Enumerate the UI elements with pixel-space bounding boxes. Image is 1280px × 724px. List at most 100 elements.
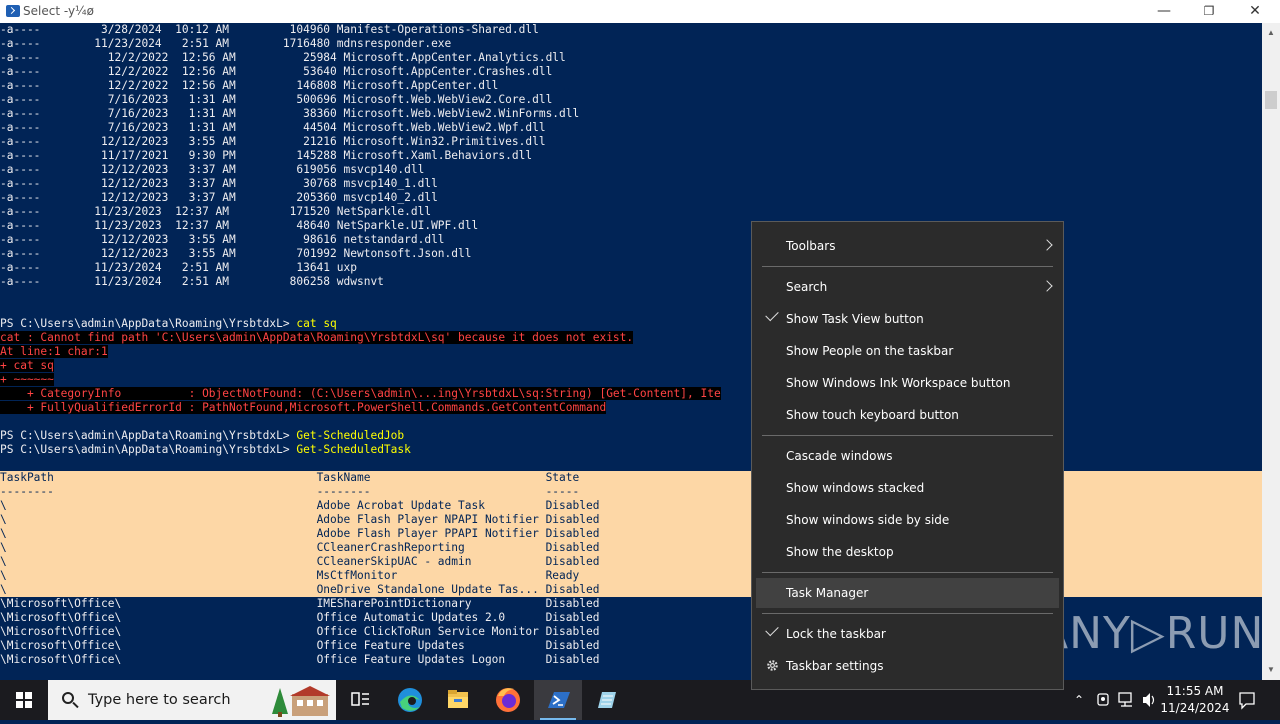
maximize-button[interactable]: ❐	[1186, 0, 1232, 23]
console-line: PS C:\Users\admin\AppData\Roaming\Yrsbtd…	[0, 429, 404, 443]
error-line: + FullyQualifiedErrorId : PathNotFound,M…	[0, 401, 607, 414]
taskbar-search-box[interactable]: Type here to search	[48, 680, 336, 720]
prompt: PS C:\Users\admin\AppData\Roaming\Yrsbtd…	[0, 317, 297, 330]
menu-item-label: Show windows stacked	[786, 481, 925, 495]
show-hidden-icons-chevron-icon[interactable]: ⌃	[1070, 680, 1088, 720]
menu-item-label: Toolbars	[786, 239, 836, 253]
close-button[interactable]: ✕	[1232, 0, 1278, 23]
checkmark-icon	[765, 622, 779, 637]
menu-item-show-task-view-button[interactable]: Show Task View button	[756, 304, 1059, 334]
error-line: + CategoryInfo : ObjectNotFound: (C:\Use…	[0, 387, 721, 400]
menu-item-label: Show Task View button	[786, 312, 924, 326]
scroll-down-icon[interactable]: ▼	[1262, 662, 1280, 678]
taskbar: Type here to search ⌃ 11:55 AM 11/24/202…	[0, 680, 1280, 720]
table-row: \Microsoft\Office\ Office Automatic Upda…	[0, 611, 600, 624]
file-listing-row: -a---- 12/2/2022 12:56 AM 25984 Microsof…	[0, 51, 566, 64]
minimize-button[interactable]: —	[1141, 0, 1187, 23]
menu-item-show-touch-keyboard-button[interactable]: Show touch keyboard button	[756, 400, 1059, 430]
prompt: PS C:\Users\admin\AppData\Roaming\Yrsbtd…	[0, 429, 297, 442]
search-icon	[62, 692, 74, 704]
menu-item-show-windows-stacked[interactable]: Show windows stacked	[756, 473, 1059, 503]
menu-item-label: Show Windows Ink Workspace button	[786, 376, 1011, 390]
file-listing-row: -a---- 11/23/2024 2:51 AM 806258 wdwsnvt	[0, 275, 384, 288]
menu-item-label: Cascade windows	[786, 449, 893, 463]
file-listing-row: -a---- 12/2/2022 12:56 AM 146808 Microso…	[0, 79, 499, 92]
menu-item-lock-the-taskbar[interactable]: Lock the taskbar	[756, 619, 1059, 649]
file-listing-row: -a---- 12/12/2023 3:37 AM 30768 msvcp140…	[0, 177, 438, 190]
menu-separator	[762, 572, 1053, 573]
file-listing-row: -a---- 12/12/2023 3:55 AM 98616 netstand…	[0, 233, 445, 246]
file-listing-row: -a---- 11/17/2021 9:30 PM 145288 Microso…	[0, 149, 533, 162]
task-view-icon[interactable]	[336, 680, 384, 720]
window-title: Select -y¼ø	[23, 4, 95, 18]
chevron-right-icon	[1041, 280, 1053, 292]
menu-item-search[interactable]: Search	[756, 272, 1059, 302]
menu-item-label: Show windows side by side	[786, 513, 950, 527]
network-icon[interactable]	[1116, 680, 1136, 720]
menu-item-toolbars[interactable]: Toolbars	[756, 231, 1059, 261]
menu-item-label: Lock the taskbar	[786, 627, 886, 641]
menu-item-show-people-on-the-taskbar[interactable]: Show People on the taskbar	[756, 336, 1059, 366]
taskbar-context-menu: Toolbars Search Show Task View button Show …	[751, 221, 1064, 690]
file-listing-row: -a---- 12/12/2023 3:37 AM 205360 msvcp14…	[0, 191, 438, 204]
table-row: \ Adobe Acrobat Update Task Disabled	[0, 499, 600, 512]
action-center-icon[interactable]	[1236, 680, 1258, 720]
menu-item-label: Show People on the taskbar	[786, 344, 954, 358]
network-security-icon[interactable]	[1094, 680, 1112, 720]
command: Get-ScheduledTask	[296, 443, 411, 456]
command: cat sq	[296, 317, 337, 330]
prompt: PS C:\Users\admin\AppData\Roaming\Yrsbtd…	[0, 443, 297, 456]
file-listing-row: -a---- 7/16/2023 1:31 AM 500696 Microsof…	[0, 93, 553, 106]
scroll-thumb[interactable]	[1265, 91, 1277, 109]
menu-item-show-the-desktop[interactable]: Show the desktop	[756, 537, 1059, 567]
table-row: \ Adobe Flash Player PPAPI Notifier Disa…	[0, 527, 600, 540]
menu-item-label: Show touch keyboard button	[786, 408, 959, 422]
edge-icon[interactable]	[386, 680, 434, 720]
menu-separator	[762, 435, 1053, 436]
menu-item-label: Task Manager	[786, 586, 869, 600]
file-listing-row: -a---- 12/2/2022 12:56 AM 53640 Microsof…	[0, 65, 553, 78]
powershell-icon	[6, 5, 20, 17]
menu-item-task-manager[interactable]: Task Manager	[756, 578, 1059, 608]
checkmark-icon	[765, 307, 779, 322]
volume-icon[interactable]	[1140, 680, 1158, 720]
file-listing-row: -a---- 12/12/2023 3:37 AM 619056 msvcp14…	[0, 163, 425, 176]
error-line: + cat sq	[0, 359, 54, 372]
table-header: TaskPath TaskName State	[0, 471, 580, 484]
powershell-taskbar-icon[interactable]	[534, 680, 582, 720]
table-row: \Microsoft\Office\ Office Feature Update…	[0, 653, 600, 666]
menu-item-cascade-windows[interactable]: Cascade windows	[756, 441, 1059, 471]
powershell-console[interactable]: -a---- 3/28/2024 10:12 AM 104960 Manifes…	[0, 23, 1262, 680]
menu-item-label: Show the desktop	[786, 545, 894, 559]
start-button[interactable]	[0, 680, 48, 720]
table-row: \ OneDrive Standalone Update Tas... Disa…	[0, 583, 600, 596]
table-row: \Microsoft\Office\ Office ClickToRun Ser…	[0, 625, 600, 638]
command: Get-ScheduledJob	[296, 429, 405, 442]
system-clock[interactable]: 11:55 AM 11/24/2024	[1160, 683, 1230, 717]
table-rule: -------- -------- -----	[0, 485, 580, 498]
table-row: \ MsCtfMonitor Ready	[0, 569, 580, 582]
menu-item-show-windows-ink-workspace-button[interactable]: Show Windows Ink Workspace button	[756, 368, 1059, 398]
firefox-icon[interactable]	[484, 680, 532, 720]
window-titlebar: Select -y¼ø — ❐ ✕	[0, 0, 1280, 23]
anyrun-watermark: ANY▷RUN	[1038, 608, 1265, 659]
menu-item-taskbar-settings[interactable]: Taskbar settings	[756, 651, 1059, 681]
file-explorer-icon[interactable]	[434, 680, 482, 720]
error-line: + ~~~~~~	[0, 373, 54, 386]
clock-date: 11/24/2024	[1160, 701, 1230, 715]
console-line: PS C:\Users\admin\AppData\Roaming\Yrsbtd…	[0, 443, 411, 457]
menu-item-label: Search	[786, 280, 828, 294]
file-listing-row: -a---- 7/16/2023 1:31 AM 44504 Microsoft…	[0, 121, 546, 134]
console-scrollbar[interactable]: ▲ ▼	[1262, 23, 1280, 680]
gear-icon	[767, 660, 778, 671]
file-listing-row: -a---- 12/12/2023 3:55 AM 21216 Microsof…	[0, 135, 546, 148]
menu-item-show-windows-side-by-side[interactable]: Show windows side by side	[756, 505, 1059, 535]
menu-item-label: Taskbar settings	[786, 659, 884, 673]
menu-separator	[762, 266, 1053, 267]
search-highlight-image	[272, 686, 330, 717]
notepad-icon[interactable]	[582, 680, 630, 720]
scroll-up-icon[interactable]: ▲	[1262, 25, 1280, 41]
menu-separator	[762, 613, 1053, 614]
table-row: \Microsoft\Office\ IMESharePointDictiona…	[0, 597, 600, 610]
file-listing-row: -a---- 7/16/2023 1:31 AM 38360 Microsoft…	[0, 107, 580, 120]
